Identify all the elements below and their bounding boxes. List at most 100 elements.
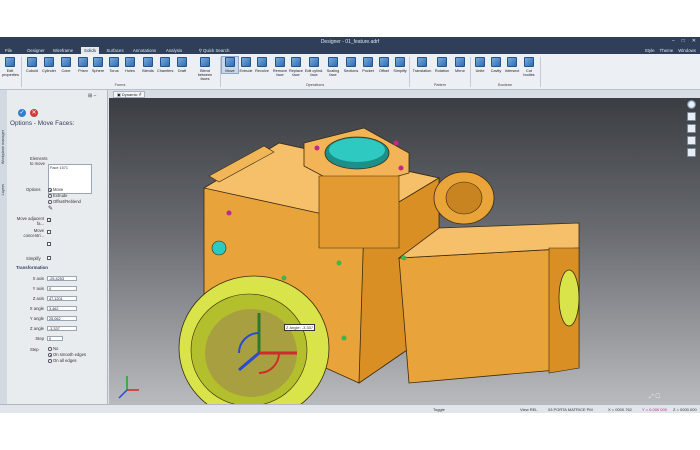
y-angle-field[interactable]: 25,062 (47, 316, 77, 321)
cone-button[interactable]: Cone (58, 57, 74, 73)
mirror-icon (455, 57, 465, 67)
sphere-button[interactable]: Sphere (90, 57, 106, 73)
viewport-tab-strip: ▣ Dynamic × + (109, 90, 700, 98)
step-all-edges-label: On all edges (53, 358, 77, 363)
new-tab-icon[interactable]: + (139, 91, 142, 96)
cylinder-label: Cylinder (42, 69, 56, 73)
tab-layers[interactable]: Layers (1, 184, 5, 195)
view-fit-icon[interactable] (686, 124, 696, 133)
pin-icon[interactable]: ⊞ − (88, 93, 97, 99)
cylinder-button[interactable]: Cylinder (41, 57, 57, 73)
move-adjacent-checkbox[interactable]: ✓ (47, 218, 51, 223)
model-canvas[interactable] (109, 98, 700, 404)
scaling-face-label: Scaling face (326, 69, 340, 77)
rotation-icon (437, 57, 447, 67)
intersect-button[interactable]: Intersect (504, 57, 520, 73)
simplify-button[interactable]: Simplify (392, 57, 408, 73)
3d-viewport[interactable]: Z Angle: -3.337 ⤢ ▢ (109, 98, 700, 404)
blend-between-faces-button[interactable]: Blend between faces (194, 57, 216, 81)
view-tools (684, 98, 698, 157)
tab-surfaces[interactable]: Surfaces (104, 47, 126, 54)
view-rotate-icon[interactable] (686, 136, 696, 145)
remove-face-button[interactable]: Remove face (272, 57, 288, 77)
tab-analysis[interactable]: Analysis (164, 47, 184, 54)
cavity-button[interactable]: Cavity (488, 57, 504, 73)
fit-view-icon[interactable]: ⤢ ▢ (649, 394, 660, 401)
scaling-face-button[interactable]: Scaling face (325, 57, 341, 77)
x-angle-label: X angle (29, 306, 44, 311)
step-smooth-edges-radio[interactable] (48, 353, 52, 357)
chamfers-button[interactable]: Chamfers (157, 57, 173, 73)
extra-checkbox[interactable] (47, 242, 51, 246)
tab-designer[interactable]: Designer (26, 47, 46, 54)
extrude-button[interactable]: Extrude (238, 57, 254, 73)
option-offset-radio[interactable] (48, 200, 52, 204)
sections-button[interactable]: Sections (343, 57, 359, 73)
replace-face-button[interactable]: Replace face (288, 57, 304, 77)
y-axis-field[interactable]: 0 (47, 286, 77, 291)
blends-icon (143, 57, 153, 67)
blends-button[interactable]: Blends (140, 57, 156, 73)
cuboid-button[interactable]: Cuboid (24, 57, 40, 73)
z-angle-field[interactable]: -3,337 (47, 326, 77, 331)
style-menu[interactable]: Style (645, 47, 655, 54)
tab-wireframe[interactable]: Wireframe (52, 47, 74, 54)
step-all-edges-radio[interactable] (48, 359, 52, 363)
tab-solids[interactable]: Solids (81, 47, 99, 54)
cancel-button[interactable]: ✕ (30, 109, 38, 117)
step-value-field[interactable]: 0 (47, 336, 63, 341)
application-window: Designer - 01_feature.adrf – □ ✕ File De… (0, 37, 700, 413)
rotation-label: Rotation (434, 69, 450, 73)
mirror-button[interactable]: Mirror (452, 57, 468, 73)
view-zoom-icon[interactable] (686, 148, 696, 157)
x-axis-field[interactable]: -25,4253 (47, 276, 77, 281)
triad-z (118, 389, 128, 399)
maximize-icon[interactable]: □ (682, 38, 685, 44)
revolve-button[interactable]: Revolve (254, 57, 270, 73)
simplify-label: Simplify (26, 256, 41, 261)
move-label: Move (225, 69, 235, 73)
tab-file[interactable]: File (3, 47, 14, 54)
unite-button[interactable]: Unite (472, 57, 488, 73)
close-icon[interactable]: ✕ (692, 38, 696, 44)
move-concentric-checkbox[interactable] (47, 230, 51, 234)
edit-cylindrical-face-button[interactable]: Edit cylind. face (304, 57, 324, 77)
draft-button[interactable]: Draft (174, 57, 190, 73)
translation-button[interactable]: Translation (412, 57, 432, 73)
move-button[interactable]: Move (221, 56, 239, 74)
cavity-icon (491, 57, 501, 67)
minimize-icon[interactable]: – (672, 38, 675, 44)
side-port (211, 240, 227, 256)
pick-icon[interactable]: ✎ (48, 205, 53, 212)
prism-button[interactable]: Prism (75, 57, 91, 73)
prism-icon (78, 57, 88, 67)
z-axis-field[interactable]: 47,1201 (47, 296, 77, 301)
remove-face-icon (275, 57, 285, 67)
windows-menu[interactable]: Windows (678, 47, 696, 54)
theme-menu[interactable]: Theme (660, 47, 674, 54)
tab-workplane-manager[interactable]: Workplane manager (1, 130, 5, 164)
view-cube-icon[interactable] (686, 100, 696, 109)
confirm-button[interactable]: ✓ (18, 109, 26, 117)
simplify-checkbox[interactable] (47, 256, 51, 260)
option-move-radio[interactable] (48, 188, 52, 192)
pocket-button[interactable]: Pocket (360, 57, 376, 73)
offset-button[interactable]: Offset (376, 57, 392, 73)
quick-search-input[interactable]: ⚲ Quick Search (196, 47, 232, 54)
holes-button[interactable]: Holes (122, 57, 138, 73)
toggle-label[interactable]: Toggle (433, 407, 445, 412)
group-operations: Operations (305, 83, 325, 87)
tab-annotations[interactable]: Annotations (131, 47, 158, 54)
edit-properties-button[interactable]: Edit properties (2, 57, 19, 77)
rotation-button[interactable]: Rotation (434, 57, 450, 73)
option-extrude-radio[interactable] (48, 194, 52, 198)
step-no-radio[interactable] (48, 347, 52, 351)
view-label[interactable]: View REL (520, 407, 538, 412)
cut-bodies-button[interactable]: Cut bodies (521, 57, 537, 77)
elements-item[interactable]: Face 1571 (50, 166, 68, 170)
unite-label: Unite (475, 69, 485, 73)
x-angle-field[interactable]: 3,462 (47, 306, 77, 311)
cylinder-icon (44, 57, 54, 67)
torus-button[interactable]: Torus (106, 57, 122, 73)
view-home-icon[interactable] (686, 112, 696, 121)
